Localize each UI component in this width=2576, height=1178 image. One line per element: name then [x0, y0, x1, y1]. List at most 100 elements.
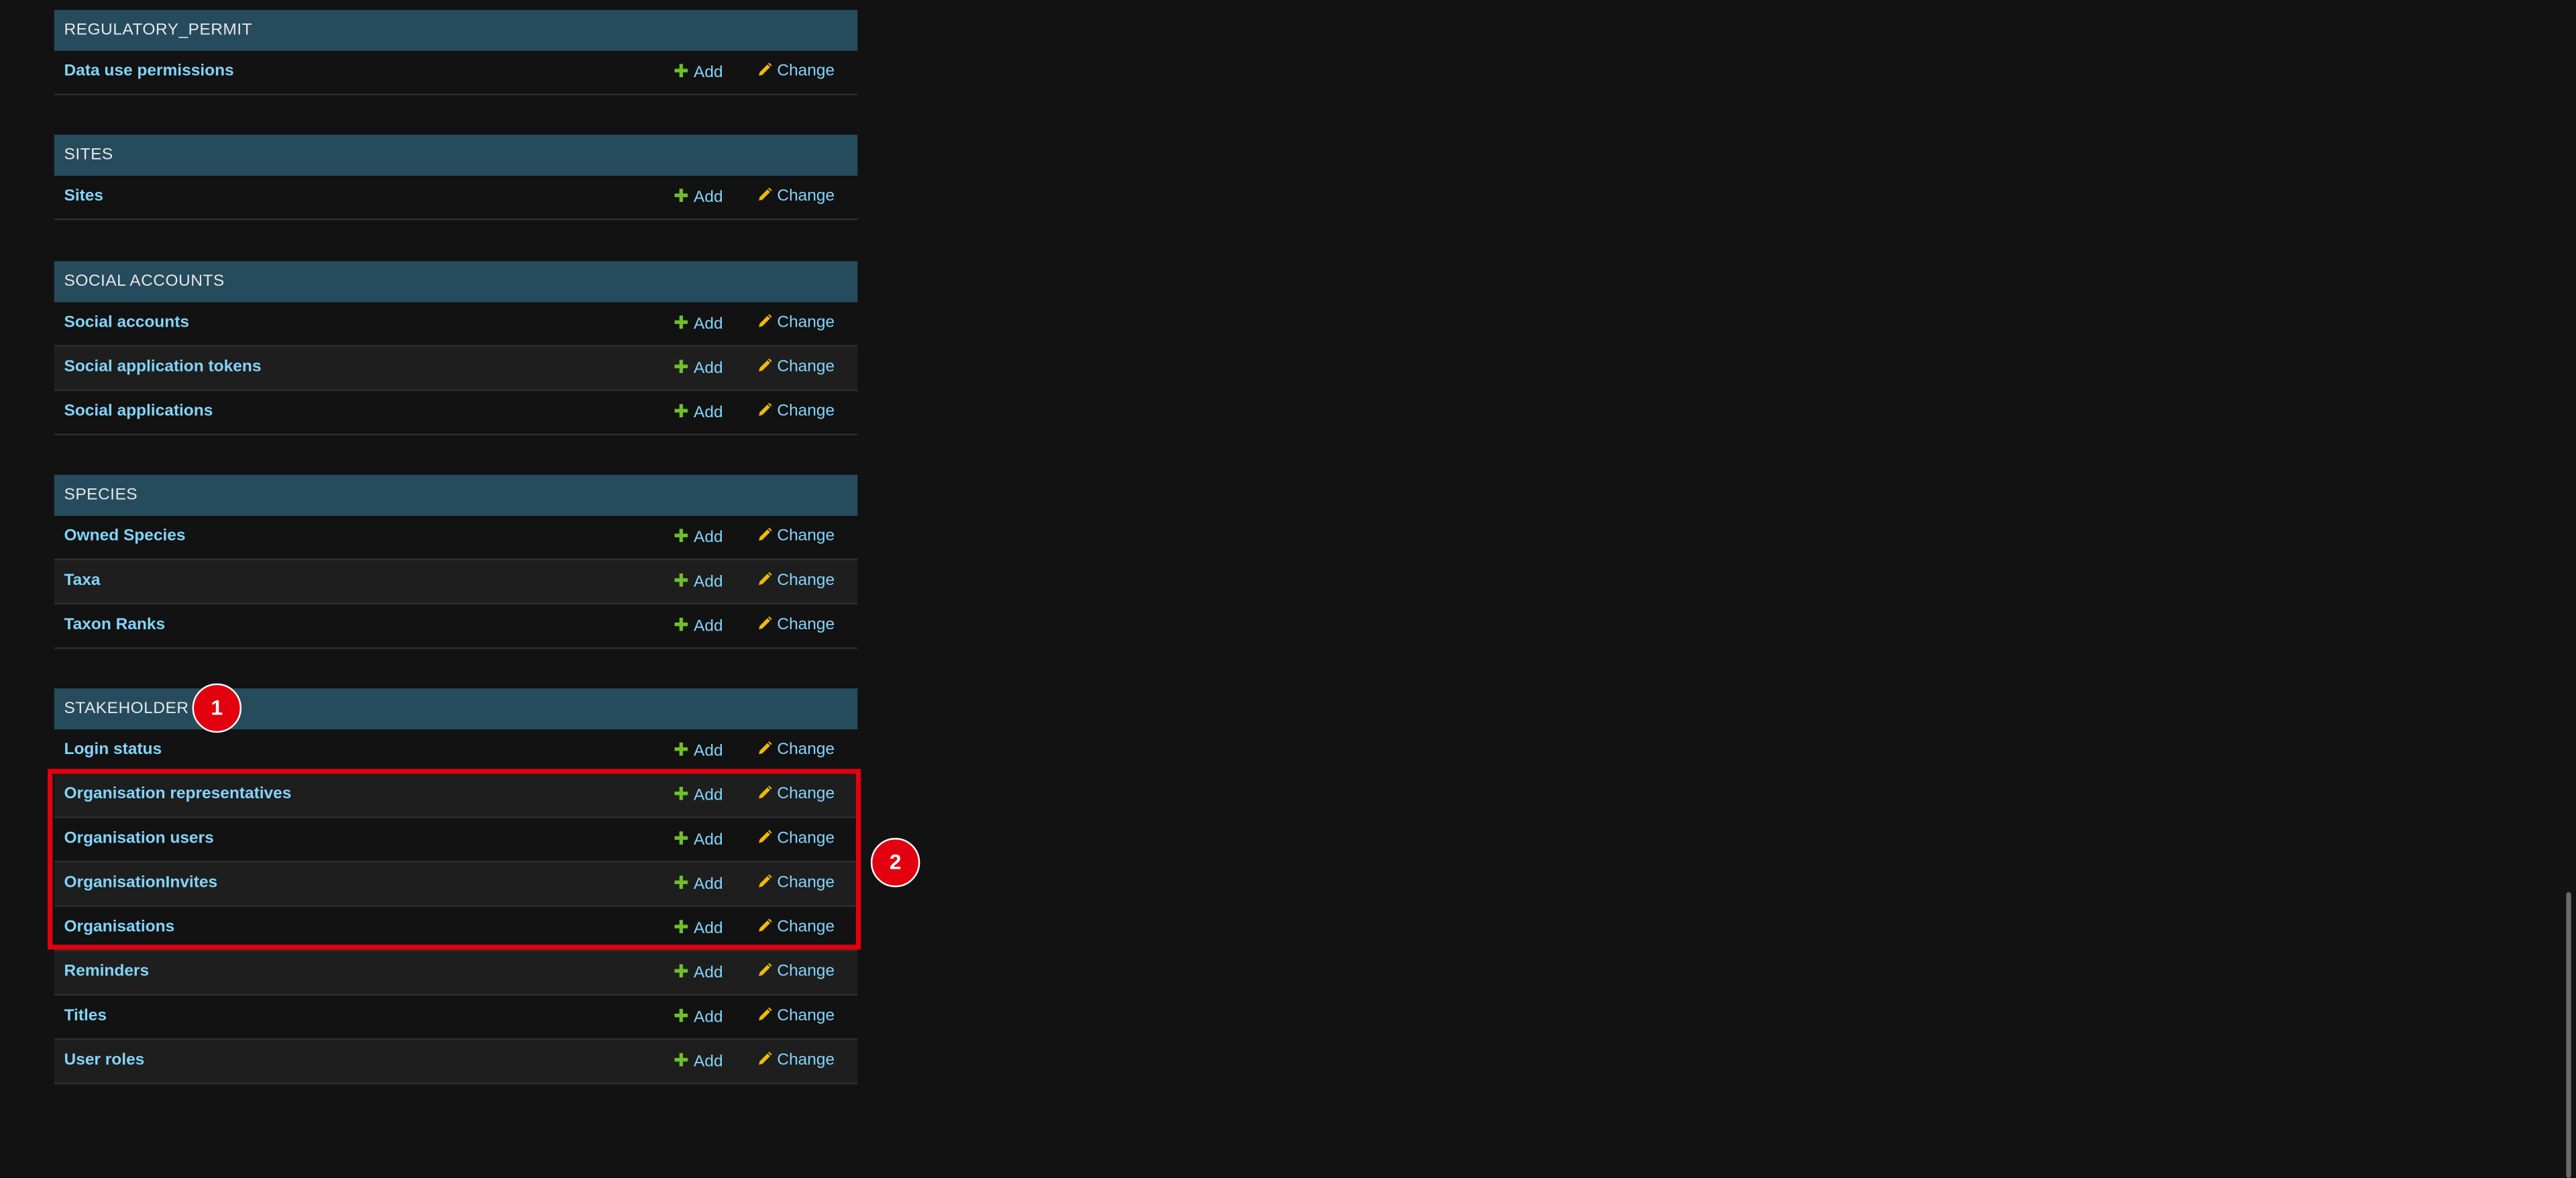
- module-caption[interactable]: STAKEHOLDER: [54, 688, 858, 730]
- add-label: Add: [694, 404, 723, 423]
- module-social-accounts: SOCIAL ACCOUNTS Social accounts ✚ Add Cha…: [54, 261, 858, 435]
- module-caption[interactable]: REGULATORY_PERMIT: [54, 9, 858, 51]
- add-label: Add: [694, 64, 723, 83]
- pencil-icon: [757, 741, 772, 755]
- pencil-icon: [757, 358, 772, 373]
- change-label: Change: [777, 572, 835, 590]
- annotation-marker-2: 2: [870, 837, 920, 888]
- module-caption[interactable]: SOCIAL ACCOUNTS: [54, 261, 858, 303]
- change-link[interactable]: Change: [757, 516, 835, 559]
- plus-icon: ✚: [674, 62, 689, 83]
- page-scrollbar[interactable]: [2566, 892, 2571, 1178]
- module-regulatory-permit: REGULATORY_PERMIT Data use permissions ✚…: [54, 9, 858, 96]
- model-link[interactable]: Social applications: [64, 391, 213, 434]
- add-link[interactable]: ✚ Add: [674, 51, 723, 95]
- change-link[interactable]: Change: [757, 176, 835, 219]
- change-label: Change: [777, 1007, 835, 1026]
- change-label: Change: [777, 403, 835, 421]
- pencil-icon: [757, 572, 772, 586]
- add-link[interactable]: ✚ Add: [674, 951, 723, 996]
- add-link[interactable]: ✚ Add: [674, 1040, 723, 1084]
- add-label: Add: [694, 742, 723, 761]
- model-link[interactable]: Taxa: [64, 560, 101, 603]
- pencil-icon: [757, 314, 772, 329]
- change-link[interactable]: Change: [757, 604, 835, 647]
- add-link[interactable]: ✚ Add: [674, 516, 723, 560]
- annotation-marker-1: 1: [192, 683, 242, 733]
- model-row: Social accounts ✚ Add Change: [54, 302, 858, 347]
- pencil-icon: [757, 527, 772, 542]
- add-label: Add: [694, 360, 723, 378]
- add-label: Add: [694, 617, 723, 636]
- module-caption[interactable]: SPECIES: [54, 474, 858, 516]
- change-link[interactable]: Change: [757, 1040, 835, 1083]
- model-link[interactable]: Taxon Ranks: [64, 604, 166, 647]
- plus-icon: ✚: [674, 358, 689, 378]
- change-link[interactable]: Change: [757, 729, 835, 772]
- change-link[interactable]: Change: [757, 391, 835, 434]
- model-row: Taxa ✚ Add Change: [54, 560, 858, 605]
- add-label: Add: [694, 573, 723, 592]
- change-link[interactable]: Change: [757, 51, 835, 94]
- add-link[interactable]: ✚ Add: [674, 176, 723, 220]
- add-label: Add: [694, 1053, 723, 1071]
- pencil-icon: [757, 1051, 772, 1066]
- add-label: Add: [694, 529, 723, 547]
- change-label: Change: [777, 62, 835, 81]
- add-link[interactable]: ✚ Add: [674, 604, 723, 649]
- model-link[interactable]: Social accounts: [64, 303, 189, 345]
- model-row: Titles ✚ Add Change: [54, 996, 858, 1040]
- add-label: Add: [694, 189, 723, 207]
- add-link[interactable]: ✚ Add: [674, 996, 723, 1040]
- model-link[interactable]: Social application tokens: [64, 347, 262, 390]
- plus-icon: ✚: [674, 1007, 689, 1027]
- model-link[interactable]: Data use permissions: [64, 51, 234, 94]
- pencil-icon: [757, 403, 772, 417]
- change-label: Change: [777, 616, 835, 635]
- model-row: Reminders ✚ Add Change: [54, 951, 858, 996]
- change-label: Change: [777, 1051, 835, 1070]
- add-link[interactable]: ✚ Add: [674, 560, 723, 604]
- model-link[interactable]: Titles: [64, 996, 107, 1038]
- model-link[interactable]: Owned Species: [64, 516, 186, 559]
- model-row: Social applications ✚ Add Change: [54, 390, 858, 435]
- plus-icon: ✚: [674, 741, 689, 761]
- model-row: User roles ✚ Add Change: [54, 1040, 858, 1085]
- change-label: Change: [777, 741, 835, 759]
- pencil-icon: [757, 1007, 772, 1022]
- change-label: Change: [777, 358, 835, 376]
- change-link[interactable]: Change: [757, 996, 835, 1038]
- add-link[interactable]: ✚ Add: [674, 729, 723, 773]
- change-link[interactable]: Change: [757, 347, 835, 390]
- model-row: Taxon Ranks ✚ Add Change: [54, 604, 858, 649]
- model-link[interactable]: Reminders: [64, 951, 150, 994]
- add-label: Add: [694, 964, 723, 983]
- plus-icon: ✚: [674, 963, 689, 983]
- add-link[interactable]: ✚ Add: [674, 391, 723, 435]
- add-link[interactable]: ✚ Add: [674, 303, 723, 347]
- change-link[interactable]: Change: [757, 560, 835, 603]
- change-label: Change: [777, 963, 835, 981]
- module-species: SPECIES Owned Species ✚ Add Change Taxa ✚…: [54, 474, 858, 649]
- change-link[interactable]: Change: [757, 951, 835, 994]
- model-row: Owned Species ✚ Add Change: [54, 515, 858, 561]
- change-link[interactable]: Change: [757, 303, 835, 345]
- plus-icon: ✚: [674, 187, 689, 207]
- module-caption[interactable]: SITES: [54, 134, 858, 176]
- model-row: Data use permissions ✚ Add Change: [54, 50, 858, 96]
- pencil-icon: [757, 963, 772, 977]
- add-label: Add: [694, 1008, 723, 1027]
- model-row: Login status ✚ Add Change: [54, 729, 858, 774]
- module-sites: SITES Sites ✚ Add Change: [54, 134, 858, 221]
- model-link[interactable]: Sites: [64, 176, 104, 219]
- model-link[interactable]: Login status: [64, 729, 162, 772]
- plus-icon: ✚: [674, 616, 689, 636]
- change-label: Change: [777, 313, 835, 332]
- pencil-icon: [757, 616, 772, 631]
- add-link[interactable]: ✚ Add: [674, 347, 723, 391]
- change-label: Change: [777, 527, 835, 546]
- add-label: Add: [694, 315, 723, 334]
- plus-icon: ✚: [674, 572, 689, 592]
- plus-icon: ✚: [674, 403, 689, 423]
- model-link[interactable]: User roles: [64, 1040, 145, 1083]
